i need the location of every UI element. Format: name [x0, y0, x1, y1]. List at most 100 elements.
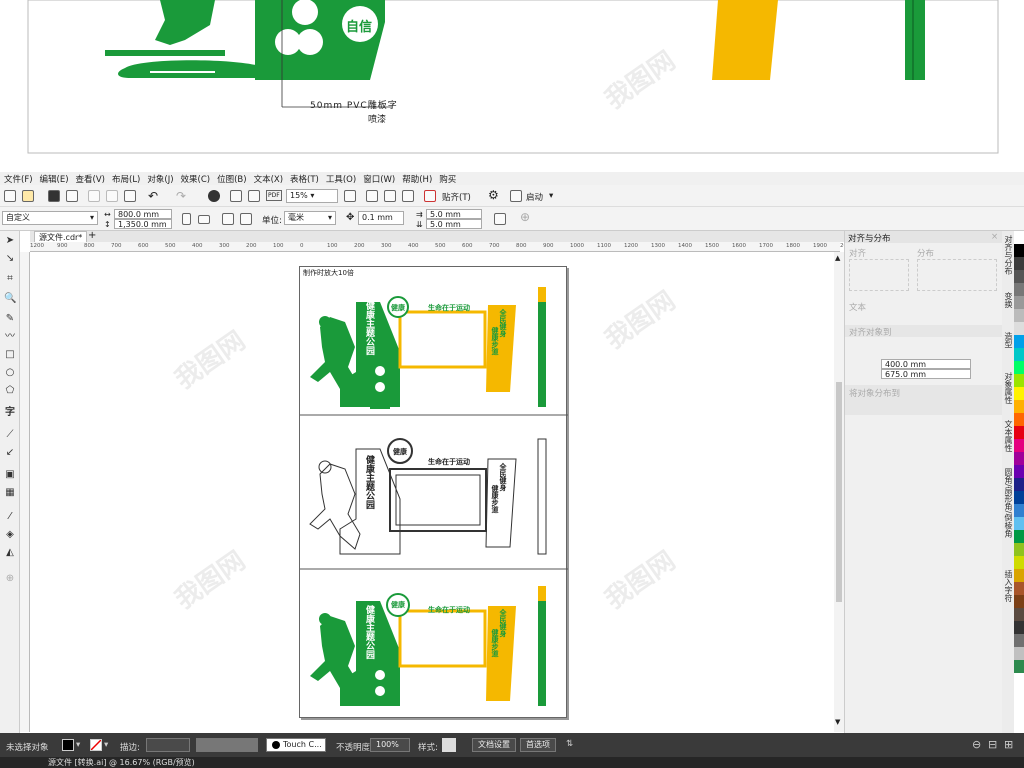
palette-swatch[interactable] — [1014, 296, 1024, 309]
panel-toggle-icon[interactable]: ⊞ — [1004, 738, 1013, 751]
palette-swatch[interactable] — [1014, 660, 1024, 673]
touch-color-dropdown[interactable]: Touch C... — [266, 738, 326, 752]
fill-swatch[interactable] — [62, 739, 74, 751]
snap-to-dropdown[interactable]: 贴齐(T) — [442, 191, 471, 203]
docker-tab[interactable]: 文本属性 — [1002, 420, 1014, 452]
style-swatch[interactable] — [442, 738, 456, 752]
add-tool-icon[interactable]: ⊕ — [4, 573, 16, 585]
outline-swatch[interactable] — [90, 739, 102, 751]
snap-icon[interactable] — [424, 190, 436, 202]
palette-swatch[interactable] — [1014, 413, 1024, 426]
palette-swatch[interactable] — [1014, 465, 1024, 478]
portrait-icon[interactable] — [182, 213, 191, 225]
transparency-tool-icon[interactable]: ▦ — [4, 487, 16, 499]
copy-icon[interactable] — [106, 190, 118, 202]
polygon-tool-icon[interactable]: ⬠ — [4, 385, 16, 397]
menu-item[interactable]: 对象(J) — [147, 173, 173, 185]
landscape-icon[interactable] — [198, 215, 210, 224]
full-screen-icon[interactable] — [344, 190, 356, 202]
import-icon[interactable] — [230, 190, 242, 202]
palette-swatch[interactable] — [1014, 517, 1024, 530]
treat-as-filled-icon[interactable] — [494, 213, 506, 225]
smart-fill-icon[interactable]: ◭ — [4, 547, 16, 559]
menu-item[interactable]: 文本(X) — [254, 173, 283, 185]
open-icon[interactable] — [22, 190, 34, 202]
palette-swatch[interactable] — [1014, 244, 1024, 257]
ellipse-tool-icon[interactable]: ○ — [4, 367, 16, 379]
horizontal-ruler[interactable]: 1200 900 800 700 600 500 400 300 200 100 0 100 200 30… — [30, 242, 854, 252]
launch-dropdown[interactable]: 启动 — [526, 191, 543, 203]
spacing-horizontal-field[interactable]: 400.0 mm — [881, 359, 971, 369]
vertical-ruler[interactable] — [20, 252, 30, 732]
palette-swatch[interactable] — [1014, 569, 1024, 582]
menu-item[interactable]: 购买 — [439, 173, 456, 185]
opacity-field[interactable]: 100% — [370, 738, 410, 752]
menu-item[interactable]: 文件(F) — [4, 173, 33, 185]
add-button-icon[interactable]: ⊕ — [520, 210, 530, 224]
palette-swatch[interactable] — [1014, 231, 1024, 244]
outline-width-field[interactable] — [146, 738, 190, 752]
interactive-fill-icon[interactable]: ◈ — [4, 529, 16, 541]
menu-item[interactable]: 布局(L) — [112, 173, 140, 185]
palette-swatch[interactable] — [1014, 387, 1024, 400]
current-page-icon[interactable] — [240, 213, 252, 225]
pdf-icon[interactable]: PDF — [266, 190, 282, 201]
freehand-tool-icon[interactable]: ✎ — [4, 313, 16, 325]
shape-tool-icon[interactable]: ↘ — [4, 253, 16, 265]
scroll-up-arrow-icon[interactable]: ▲ — [835, 254, 840, 262]
palette-swatch[interactable] — [1014, 348, 1024, 361]
paste-icon[interactable] — [124, 190, 136, 202]
scroll-thumb[interactable] — [836, 382, 842, 602]
vertical-scrollbar[interactable]: ▼ ▲ — [834, 252, 844, 732]
drop-shadow-icon[interactable]: ▣ — [4, 469, 16, 481]
save-icon[interactable] — [48, 190, 60, 202]
outline-chevron-down-icon[interactable]: ▾ — [104, 740, 108, 750]
docker-tab[interactable]: 造型 — [1002, 332, 1014, 348]
page-height-field[interactable]: 1,350.0 mm — [114, 219, 172, 229]
eyedropper-icon[interactable]: ⁄ — [4, 511, 16, 523]
palette-swatch[interactable] — [1014, 634, 1024, 647]
duplicate-y-field[interactable]: 5.0 mm — [426, 219, 482, 229]
launch-chevron-down-icon[interactable]: ▾ — [549, 191, 553, 201]
docker-tab[interactable]: 插入字符 — [1002, 570, 1014, 602]
palette-swatch[interactable] — [1014, 270, 1024, 283]
export-icon[interactable] — [248, 190, 260, 202]
palette-swatch[interactable] — [1014, 335, 1024, 348]
show-grid-icon[interactable] — [384, 190, 396, 202]
new-tab-button[interactable]: + — [88, 230, 96, 241]
zoom-tool-icon[interactable]: 🔍 — [4, 293, 16, 305]
palette-swatch[interactable] — [1014, 309, 1024, 322]
menu-item[interactable]: 表格(T) — [290, 173, 319, 185]
menu-item[interactable]: 位图(B) — [217, 173, 246, 185]
document-page[interactable]: 制作时放大10倍 健康 健康主题公园 生命在于运动 全民健身 健康步道 健康 健… — [299, 266, 568, 718]
palette-swatch[interactable] — [1014, 426, 1024, 439]
palette-swatch[interactable] — [1014, 595, 1024, 608]
page-width-field[interactable]: 800.0 mm — [114, 209, 172, 219]
nudge-distance-field[interactable]: 0.1 mm — [358, 211, 404, 225]
menu-item[interactable]: 查看(V) — [76, 173, 105, 185]
application-launcher-icon[interactable] — [510, 190, 522, 202]
palette-swatch[interactable] — [1014, 361, 1024, 374]
distribute-buttons[interactable] — [917, 259, 997, 291]
connector-tool-icon[interactable]: ↙ — [4, 447, 16, 459]
palette-swatch[interactable] — [1014, 504, 1024, 517]
docker-tab[interactable]: 变换 — [1002, 292, 1014, 308]
redo-icon[interactable]: ↷ — [176, 189, 186, 203]
docker-tab[interactable]: 对象属性 — [1002, 372, 1014, 404]
menu-item[interactable]: 效果(C) — [181, 173, 211, 185]
duplicate-x-field[interactable]: 5.0 mm — [426, 209, 482, 219]
palette-swatch[interactable] — [1014, 439, 1024, 452]
layout-icon[interactable]: ⊟ — [988, 738, 997, 751]
menu-item[interactable]: 工具(O) — [326, 173, 356, 185]
parallel-dimension-icon[interactable]: ⟋ — [4, 429, 16, 441]
cut-icon[interactable] — [88, 190, 100, 202]
new-document-icon[interactable] — [4, 190, 16, 202]
palette-swatch[interactable] — [1014, 452, 1024, 465]
zoom-level-field[interactable]: 15% ▾ — [286, 189, 338, 203]
preferences-button[interactable]: 首选项 — [520, 738, 556, 752]
zoom-out-icon[interactable]: ⊖ — [972, 738, 981, 751]
document-tab[interactable]: 源文件.cdr* — [34, 231, 88, 242]
options-gear-icon[interactable]: ⚙ — [488, 188, 499, 202]
show-rulers-icon[interactable] — [366, 190, 378, 202]
palette-swatch[interactable] — [1014, 322, 1024, 335]
